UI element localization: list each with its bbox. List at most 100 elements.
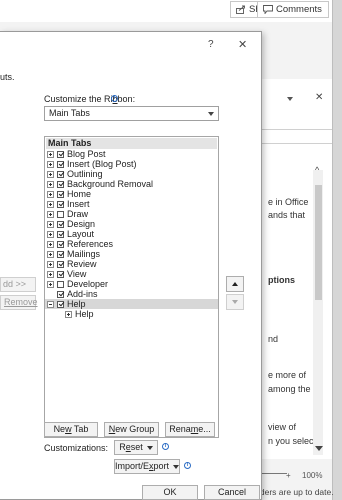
tree-item[interactable]: Background Removal	[45, 179, 218, 189]
tree-item-label: Outlining	[67, 169, 103, 179]
pane-text-6: among the	[268, 384, 311, 394]
zoom-in-icon[interactable]: +	[286, 471, 291, 480]
tab-checkbox[interactable]	[57, 230, 64, 238]
collapse-icon[interactable]	[47, 300, 54, 308]
tree-item[interactable]: Insert	[45, 199, 218, 209]
tree-item-label: Help	[67, 299, 86, 309]
expand-icon[interactable]	[47, 220, 54, 228]
expand-icon[interactable]	[47, 230, 54, 238]
tab-checkbox[interactable]	[57, 200, 64, 208]
tab-checkbox[interactable]	[57, 290, 64, 298]
tab-checkbox[interactable]	[57, 280, 64, 288]
tab-checkbox[interactable]	[57, 190, 64, 198]
expand-icon[interactable]	[47, 160, 54, 168]
scroll-down-icon[interactable]	[315, 446, 323, 451]
cancel-button[interactable]: Cancel	[204, 485, 260, 500]
pane-close-icon[interactable]: ✕	[315, 92, 323, 103]
zoom-level[interactable]: 100%	[302, 471, 322, 480]
expand-icon[interactable]	[47, 180, 54, 188]
new-group-button[interactable]: New Group	[104, 422, 159, 437]
comments-button[interactable]: Comments	[257, 1, 329, 18]
import-export-info-icon[interactable]: i	[184, 462, 191, 469]
expand-icon[interactable]	[47, 250, 54, 258]
help-icon[interactable]: ?	[208, 39, 214, 50]
chevron-down-icon	[146, 445, 153, 450]
expand-icon[interactable]	[47, 190, 54, 198]
pane-options-icon[interactable]	[287, 97, 293, 101]
tree-header: Main Tabs	[46, 138, 217, 149]
expand-icon[interactable]	[47, 260, 54, 268]
tree-item[interactable]: Insert (Blog Post)	[45, 159, 218, 169]
tree-item[interactable]: References	[45, 239, 218, 249]
reset-button[interactable]: Reset	[114, 440, 158, 455]
tree-item[interactable]: Layout	[45, 229, 218, 239]
rename-button[interactable]: Rename...	[165, 422, 215, 437]
ok-button[interactable]: OK	[142, 485, 198, 500]
chevron-down-icon	[208, 112, 214, 116]
tab-checkbox[interactable]	[57, 220, 64, 228]
tree-item[interactable]: Outlining	[45, 169, 218, 179]
chevron-down-icon	[173, 464, 180, 469]
tree-item[interactable]: Home	[45, 189, 218, 199]
tree-item[interactable]: View	[45, 269, 218, 279]
tree-item[interactable]: Add-ins	[45, 289, 218, 299]
share-icon	[236, 5, 245, 14]
tree-item[interactable]: Review	[45, 259, 218, 269]
expand-icon[interactable]	[65, 310, 72, 318]
tree-item[interactable]: Design	[45, 219, 218, 229]
expand-icon[interactable]	[47, 280, 54, 288]
tree-item[interactable]: Mailings	[45, 249, 218, 259]
expand-icon[interactable]	[47, 210, 54, 218]
tree-item-label: Developer	[67, 279, 109, 289]
pane-text-1: e in Office	[268, 197, 309, 207]
tree-item[interactable]: Blog Post	[45, 149, 218, 159]
move-down-button[interactable]	[226, 294, 244, 310]
pane-text-8: n you select	[268, 436, 317, 446]
new-tab-button[interactable]: New Tab	[44, 422, 98, 437]
reset-info-icon[interactable]: i	[162, 443, 169, 450]
expand-icon[interactable]	[47, 200, 54, 208]
tree-child-item[interactable]: Help	[45, 309, 218, 319]
expand-icon[interactable]	[47, 150, 54, 158]
tab-checkbox[interactable]	[57, 300, 64, 308]
pane-text-3: ptions	[268, 275, 295, 285]
tree-item-label: Review	[67, 259, 97, 269]
zoom-slider[interactable]	[262, 473, 287, 474]
tab-checkbox[interactable]	[57, 170, 64, 178]
scroll-up-icon[interactable]: ^	[315, 165, 319, 175]
tree-item[interactable]: Draw	[45, 209, 218, 219]
tab-checkbox[interactable]	[57, 240, 64, 248]
tree-item-label: View	[67, 269, 87, 279]
tab-checkbox[interactable]	[57, 210, 64, 218]
tab-checkbox[interactable]	[57, 160, 64, 168]
tab-checkbox[interactable]	[57, 270, 64, 278]
tree-item[interactable]: Developer	[45, 279, 218, 289]
pane-text-2: ands that	[268, 210, 306, 220]
tree-item-label: Draw	[67, 209, 89, 219]
expand-icon[interactable]	[47, 270, 54, 278]
tab-checkbox[interactable]	[57, 250, 64, 258]
import-export-button[interactable]: Import/Export	[114, 459, 180, 474]
tab-checkbox[interactable]	[57, 180, 64, 188]
remove-button[interactable]: Remove	[0, 295, 38, 310]
add-button[interactable]: dd >>	[0, 277, 36, 292]
expand-icon[interactable]	[47, 170, 54, 178]
tab-checkbox[interactable]	[57, 150, 64, 158]
expand-icon[interactable]	[47, 240, 54, 248]
main-tabs-tree[interactable]: Main Tabs Blog Post Insert (Blog Post) Out…	[44, 136, 219, 438]
sync-status-text: lders are up to date.	[258, 487, 334, 497]
customize-ribbon-info-icon[interactable]: i	[111, 95, 118, 102]
pane-search-box[interactable]	[262, 129, 332, 144]
move-up-button[interactable]	[226, 276, 244, 292]
customize-ribbon-dropdown[interactable]: Main Tabs	[44, 106, 219, 121]
tree-item[interactable]: Help	[45, 299, 218, 309]
tree-item-label: References	[67, 239, 114, 249]
pane-scroll-thumb[interactable]	[315, 185, 322, 300]
customize-ribbon-label: Customize the Ribbon:	[44, 94, 136, 104]
window-edge	[332, 0, 342, 500]
tree-item-label: Layout	[67, 229, 95, 239]
move-down-icon	[232, 300, 238, 304]
top-toolbar: Share Comments	[0, 0, 342, 22]
close-icon[interactable]: ✕	[238, 38, 247, 51]
tab-checkbox[interactable]	[57, 260, 64, 268]
